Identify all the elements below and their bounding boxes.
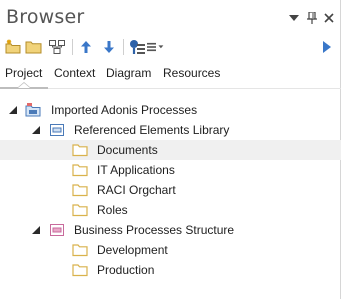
toolbar-separator: [72, 39, 73, 55]
folder-icon: [72, 262, 88, 278]
title-bar: Browser: [0, 0, 341, 36]
folder-icon: [72, 202, 88, 218]
toolbar-separator: [123, 39, 124, 55]
view-tabs: Project Context Diagram Resources: [0, 62, 341, 90]
tab-resources[interactable]: Resources: [163, 66, 220, 80]
expand-right-icon[interactable]: [318, 38, 336, 56]
collapse-arrow-icon[interactable]: [31, 224, 41, 234]
tree-node-label: Production: [97, 263, 155, 277]
tree-row[interactable]: RACI Orgchart: [0, 180, 341, 200]
browser-panel: Browser Project Context Diagram Resource…: [0, 0, 341, 299]
tab-context[interactable]: Context: [54, 66, 95, 80]
tree-node-label: Imported Adonis Processes: [51, 103, 198, 117]
pin-icon[interactable]: [304, 10, 320, 26]
tree-node-label: Business Processes Structure: [74, 223, 235, 237]
toolbar: [0, 36, 341, 58]
model-root-icon: [25, 102, 41, 118]
process-view-icon: [49, 222, 65, 238]
new-diagram-icon[interactable]: [48, 38, 66, 56]
tree-row[interactable]: Business Processes Structure: [0, 220, 341, 240]
tree-row[interactable]: Development: [0, 240, 341, 260]
tree-node-label: Development: [97, 243, 168, 257]
collapse-arrow-icon[interactable]: [8, 104, 18, 114]
menu-icon[interactable]: [147, 38, 165, 56]
active-tab-pointer: [18, 83, 30, 88]
panel-title: Browser: [6, 6, 85, 28]
new-package-icon[interactable]: [4, 38, 22, 56]
tree-node-label: RACI Orgchart: [97, 183, 176, 197]
dropdown-icon[interactable]: [286, 10, 302, 26]
tree-row[interactable]: Production: [0, 260, 341, 280]
move-down-icon[interactable]: [100, 38, 118, 56]
collapse-arrow-icon[interactable]: [31, 124, 41, 134]
folder-icon: [72, 162, 88, 178]
properties-icon[interactable]: [128, 38, 146, 56]
tabs-divider: [0, 88, 341, 89]
view-package-icon: [49, 122, 65, 138]
tree-node-label: Documents: [97, 143, 158, 157]
new-folder-icon[interactable]: [25, 38, 43, 56]
folder-icon: [72, 182, 88, 198]
tab-diagram[interactable]: Diagram: [106, 66, 151, 80]
tree-node-label: Roles: [97, 203, 128, 217]
tree-row[interactable]: Documents: [0, 140, 341, 160]
tree-row[interactable]: Imported Adonis Processes: [0, 100, 341, 120]
move-up-icon[interactable]: [77, 38, 95, 56]
tree-row[interactable]: IT Applications: [0, 160, 341, 180]
tree-row[interactable]: Roles: [0, 200, 341, 220]
close-icon[interactable]: [321, 10, 337, 26]
tab-project[interactable]: Project: [5, 66, 42, 80]
folder-icon: [72, 142, 88, 158]
tree-node-label: IT Applications: [97, 163, 175, 177]
tree-node-label: Referenced Elements Library: [74, 123, 230, 137]
folder-icon: [72, 242, 88, 258]
tree-row[interactable]: Referenced Elements Library: [0, 120, 341, 140]
